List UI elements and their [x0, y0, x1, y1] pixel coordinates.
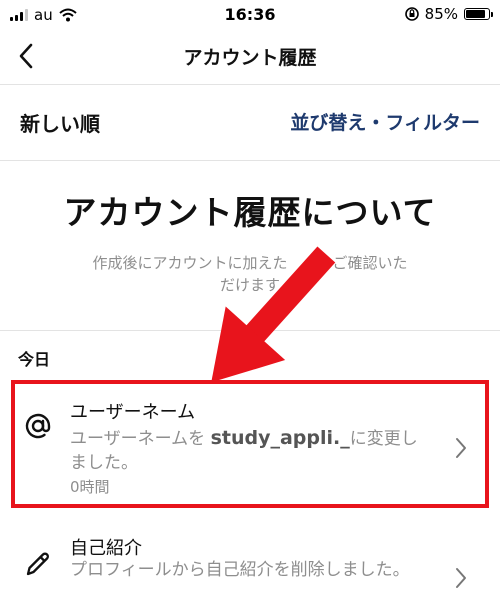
about-description-line2: だけます [219, 276, 280, 294]
history-item-bio[interactable]: 自己紹介 プロフィールから自己紹介を削除しました。 [12, 520, 490, 598]
item-body: プロフィールから自己紹介を削除しました。 [70, 560, 410, 580]
orientation-lock-icon [404, 7, 419, 21]
status-right: 85% [404, 5, 493, 23]
about-heading: アカウント履歴について [63, 193, 437, 232]
at-sign-icon [25, 413, 51, 439]
page-title: アカウント履歴 [183, 47, 317, 69]
pencil-icon [26, 552, 49, 576]
about-divider [0, 330, 500, 331]
item-title: ユーザーネーム [70, 402, 196, 423]
section-today: 今日 [18, 350, 51, 369]
about-description: 作成後にアカウントに加えた ご確認いた だけます [60, 252, 440, 296]
battery-level [466, 10, 485, 18]
item-body-username: study_appli._ [210, 427, 350, 449]
nav-bar: アカウント履歴 [0, 30, 500, 82]
about-description-line1: 作成後にアカウントに加えた ご確認いた [92, 254, 408, 272]
sort-filter-button[interactable]: 並び替え・フィルター [290, 108, 480, 135]
sort-divider [0, 160, 500, 161]
status-bar: au 16:36 85% [0, 0, 500, 30]
chevron-right-icon [456, 438, 466, 458]
item-body: ユーザーネームを study_appli._に変更しました。 [70, 426, 420, 475]
item-body-prefix: ユーザーネームを [70, 429, 211, 449]
item-timestamp: 0時間 [70, 478, 110, 496]
item-title: 自己紹介 [70, 538, 142, 559]
sort-bar: 新しい順 並び替え・フィルター [0, 84, 500, 160]
chevron-right-icon [456, 568, 466, 588]
battery-percent: 85% [424, 5, 458, 23]
history-item-username[interactable]: ユーザーネーム ユーザーネームを study_appli._に変更しました。 0… [12, 384, 490, 504]
sort-order-label: 新しい順 [20, 112, 100, 136]
battery-icon [464, 8, 493, 20]
